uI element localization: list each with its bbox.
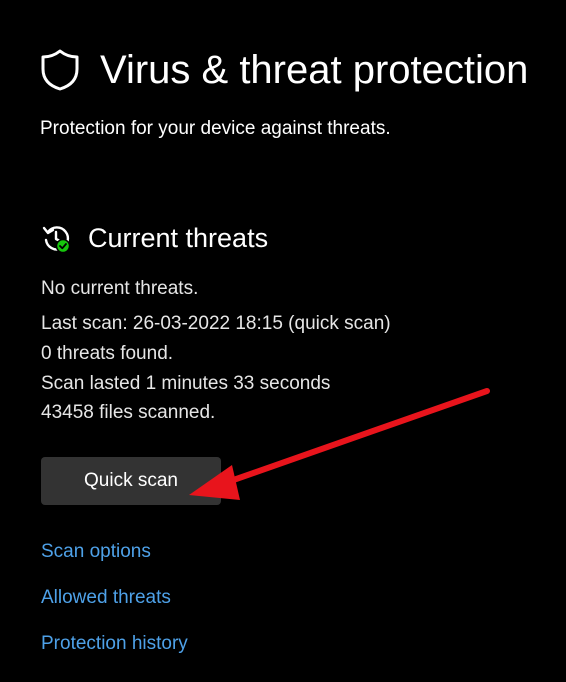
current-threats-header: Current threats bbox=[40, 220, 268, 256]
allowed-threats-link[interactable]: Allowed threats bbox=[41, 585, 171, 611]
page-title: Virus & threat protection bbox=[100, 48, 529, 92]
status-scan-duration: Scan lasted 1 minutes 33 seconds bbox=[41, 373, 331, 394]
page-header: Virus & threat protection bbox=[40, 44, 528, 96]
shield-icon bbox=[41, 49, 79, 91]
status-no-threats: No current threats. bbox=[41, 278, 199, 299]
status-files-scanned: 43458 files scanned. bbox=[41, 402, 216, 423]
scan-options-link[interactable]: Scan options bbox=[41, 539, 151, 565]
page-subtitle: Protection for your device against threa… bbox=[40, 118, 391, 139]
section-title: Current threats bbox=[88, 223, 269, 253]
status-threats-found: 0 threats found. bbox=[41, 343, 174, 364]
history-check-icon bbox=[42, 226, 71, 254]
status-last-scan: Last scan: 26-03-2022 18:15 (quick scan) bbox=[41, 313, 391, 334]
quick-scan-button[interactable]: Quick scan bbox=[41, 457, 221, 505]
protection-history-link[interactable]: Protection history bbox=[41, 631, 188, 657]
